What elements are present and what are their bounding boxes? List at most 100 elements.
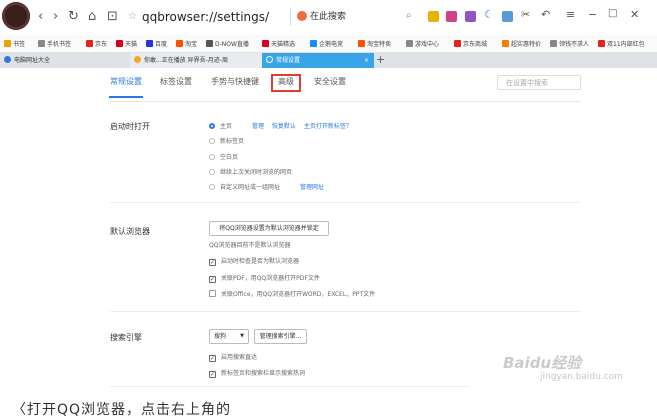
manage-search-engines-button[interactable]: 管理搜索引擎... xyxy=(254,329,307,344)
option-label: 启用搜索直达 xyxy=(221,354,258,361)
maximize-icon[interactable]: □ xyxy=(608,8,617,19)
search-box[interactable]: 在此搜索 xyxy=(290,8,406,26)
checkbox-unchecked[interactable] xyxy=(209,290,216,297)
new-tab-button[interactable]: + xyxy=(372,53,385,68)
baidu-watermark: Baidu经验 xyxy=(503,354,582,372)
bookmark-item[interactable]: 淘宝 xyxy=(176,39,197,48)
set-default-browser-button[interactable]: 将QQ浏览器设置为默认浏览器并锁定 xyxy=(209,221,329,236)
bookmark-item[interactable]: 淘宝特卖 xyxy=(358,39,391,48)
jd-icon xyxy=(454,40,461,47)
menu-icon[interactable]: ≡ xyxy=(566,8,575,21)
checkbox-checked[interactable]: ✓ xyxy=(209,276,216,283)
startup-option-homepage[interactable]: 主页 管理 恢复默认 主页打开新标签？ xyxy=(209,121,352,130)
tools-icon[interactable]: ✂ xyxy=(521,8,530,21)
deal-icon xyxy=(502,40,509,47)
enable-search-direct[interactable]: ✓ 启用搜索直达 xyxy=(209,352,257,362)
tab-settings[interactable]: 常规设置 × xyxy=(262,53,374,68)
option-label: 新标签页和搜索栏显示搜索热词 xyxy=(221,370,306,377)
bookmark-item[interactable]: 京东商城 xyxy=(454,39,487,48)
option-label: 主页 xyxy=(220,123,233,130)
bookmark-item[interactable]: 书签 xyxy=(4,39,25,48)
tmall-icon xyxy=(262,40,269,47)
tab-gestures-shortcuts[interactable]: 手势与快捷键 xyxy=(211,76,259,87)
tab-video[interactable]: 你敢...正在播放 异界吾-月迹-周 xyxy=(130,53,262,68)
radio-selected[interactable] xyxy=(209,123,215,129)
home-icon[interactable]: ⌂ xyxy=(88,9,96,25)
game-icon xyxy=(406,40,413,47)
bookmark-label: 领钱不求人 xyxy=(559,41,590,48)
extension-icon[interactable] xyxy=(428,11,439,22)
taobao-icon xyxy=(358,40,365,47)
reader-icon[interactable]: ⊡ xyxy=(107,9,118,25)
tab-home[interactable]: 电脑网址大全 xyxy=(0,53,130,68)
radio-unselected[interactable] xyxy=(209,169,215,175)
search-engine-select[interactable]: 搜狗 ▼ xyxy=(209,329,249,344)
section-divider xyxy=(110,386,470,387)
user-avatar[interactable] xyxy=(2,2,30,30)
bookmark-item[interactable]: 手机书签 xyxy=(38,39,71,48)
bookmark-item[interactable]: 双11内部红包 xyxy=(598,39,645,48)
bookmark-item[interactable]: 企鹅电竞 xyxy=(310,39,343,48)
homepage-newtab-link[interactable]: 主页打开新标签？ xyxy=(304,123,352,130)
bookmark-item[interactable]: 领钱不求人 xyxy=(550,39,589,48)
moon-icon[interactable]: ☾ xyxy=(484,8,494,21)
bookmark-label: 天猫 xyxy=(125,41,138,48)
tab-label: 常规设置 xyxy=(276,57,301,64)
check-default-on-startup[interactable]: ✓ 启动时检查是否为默认浏览器 xyxy=(209,256,299,266)
tab-tab-settings[interactable]: 标签设置 xyxy=(160,76,192,87)
bookmarks-bar: 书签 手机书签 京东 天猫 百度 淘宝 D-NOW直播 天猫精选 企鹅电竞 淘宝… xyxy=(0,35,657,52)
close-tab-icon[interactable]: × xyxy=(364,53,369,68)
startup-option-custom[interactable]: 自定义网址或一组网址 管理网址 xyxy=(209,182,324,191)
checkbox-checked[interactable]: ✓ xyxy=(209,371,216,378)
associate-pdf[interactable]: ✓ 关联PDF，用QQ浏览器打开PDF文件 xyxy=(209,273,320,283)
manage-homepage-link[interactable]: 管理 xyxy=(252,123,264,130)
bookmark-item[interactable]: 游戏中心 xyxy=(406,39,439,48)
manage-urls-link[interactable]: 管理网址 xyxy=(300,184,324,191)
money-icon xyxy=(550,40,557,47)
star-icon xyxy=(4,40,11,47)
settings-search-input[interactable]: 在设置中搜索 xyxy=(497,75,581,90)
bookmark-item[interactable]: 天猫精选 xyxy=(262,39,295,48)
radio-unselected[interactable] xyxy=(209,138,215,144)
startup-option-newtab[interactable]: 新标签页 xyxy=(209,136,244,145)
extension-icon[interactable] xyxy=(446,11,457,22)
star-icon[interactable]: ☆ xyxy=(128,11,137,22)
bookmark-label: 淘宝特卖 xyxy=(367,41,392,48)
bookmark-item[interactable]: 京东 xyxy=(86,39,107,48)
startup-option-blank[interactable]: 空白页 xyxy=(209,152,238,161)
radio-unselected[interactable] xyxy=(209,154,215,160)
checkbox-checked[interactable]: ✓ xyxy=(209,355,216,362)
video-icon xyxy=(134,56,141,63)
search-engine-section-title: 搜索引擎 xyxy=(110,333,142,342)
bookmark-item[interactable]: 百度 xyxy=(146,39,167,48)
reload-icon[interactable]: ↻ xyxy=(68,9,79,25)
dnow-icon xyxy=(206,40,213,47)
back-icon[interactable]: ‹ xyxy=(38,9,43,25)
extension-icon[interactable] xyxy=(502,11,513,22)
associate-office[interactable]: 关联Office，用QQ浏览器打开WORD，EXCEL，PPT文件 xyxy=(209,289,375,298)
startup-option-continue[interactable]: 继续上次关闭时浏览的网页 xyxy=(209,167,292,176)
tab-label: 你敢...正在播放 异界吾-月迹-周 xyxy=(144,57,228,64)
search-icon[interactable]: ⌕ xyxy=(406,10,412,21)
section-divider xyxy=(110,202,580,203)
bookmark-item[interactable]: 超实惠特价 xyxy=(502,39,541,48)
address-toolbar: ‹ › ↻ ⌂ ⊡ ☆ qqbrowser://settings/ 在此搜索 ⌕… xyxy=(0,0,657,36)
show-hot-search-words[interactable]: ✓ 新标签页和搜索栏显示搜索热词 xyxy=(209,368,305,378)
bookmark-label: 淘宝 xyxy=(185,41,198,48)
bookmark-item[interactable]: D-NOW直播 xyxy=(206,39,249,48)
option-label: 关联Office，用QQ浏览器打开WORD，EXCEL，PPT文件 xyxy=(221,291,376,298)
extension-icon[interactable] xyxy=(465,11,476,22)
radio-unselected[interactable] xyxy=(209,184,215,190)
undo-icon[interactable]: ↶ xyxy=(541,8,550,21)
tab-general-settings[interactable]: 常规设置 xyxy=(110,76,142,87)
forward-icon[interactable]: › xyxy=(53,9,58,25)
minimize-icon[interactable]: − xyxy=(588,8,597,21)
option-label: 空白页 xyxy=(220,154,239,161)
bookmark-item[interactable]: 天猫 xyxy=(116,39,137,48)
tab-label: 电脑网址大全 xyxy=(14,57,51,64)
restore-default-link[interactable]: 恢复默认 xyxy=(272,123,296,130)
chevron-down-icon: ▼ xyxy=(240,333,244,339)
checkbox-checked[interactable]: ✓ xyxy=(209,259,216,266)
close-icon[interactable]: ✕ xyxy=(630,8,639,21)
tab-security[interactable]: 安全设置 xyxy=(314,76,346,87)
